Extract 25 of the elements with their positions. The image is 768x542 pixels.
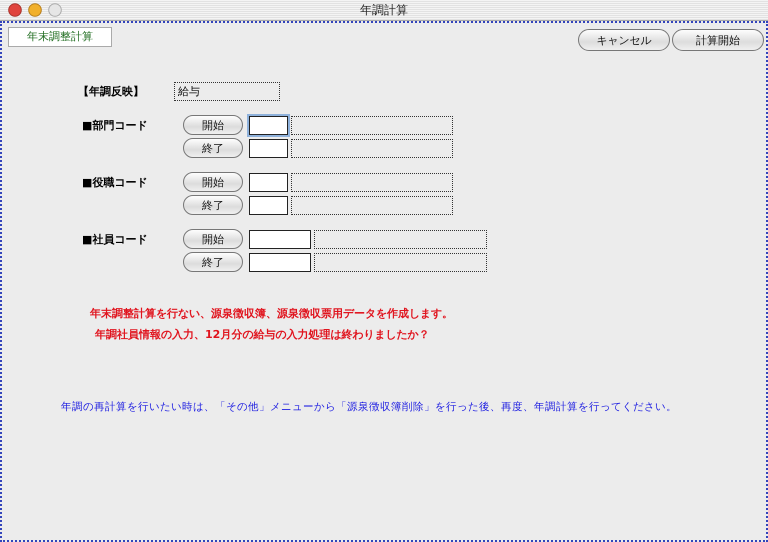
code-label: ■役職コード	[82, 175, 148, 191]
hint-text: 年調の再計算を行いたい時は、「その他」メニューから「源泉徴収簿削除」を行った後、再度、年調計算を行ってください。	[61, 400, 678, 414]
range-button[interactable]: 終了	[183, 195, 243, 215]
range-button[interactable]: 開始	[183, 115, 243, 135]
code-label: ■社員コード	[82, 232, 148, 248]
range-button[interactable]: 終了	[183, 138, 243, 158]
action-button[interactable]: キャンセル	[578, 29, 670, 51]
code-input[interactable]	[249, 172, 288, 192]
notice-text: 年末調整計算を行ない、源泉徴収簿、源泉徴収票用データを作成します。	[90, 306, 454, 321]
close-icon[interactable]	[8, 3, 22, 17]
code-input[interactable]	[249, 116, 288, 134]
reflect-field: 給与	[174, 82, 280, 101]
code-input[interactable]	[249, 230, 311, 248]
code-input[interactable]	[249, 138, 288, 158]
range-button[interactable]: 開始	[183, 172, 243, 192]
action-button[interactable]: 計算開始	[672, 29, 764, 51]
notice-text: 年調社員情報の入力、12月分の給与の入力処理は終わりましたか？	[94, 327, 430, 342]
reflect-label: 【年調反映】	[78, 84, 145, 99]
window-title: 年調計算	[360, 2, 408, 18]
code-input[interactable]	[249, 252, 311, 272]
range-button[interactable]: 終了	[183, 252, 243, 272]
minimize-icon[interactable]	[28, 3, 42, 17]
code-input[interactable]	[249, 196, 288, 214]
range-button[interactable]: 開始	[183, 229, 243, 249]
code-label: ■部門コード	[82, 118, 148, 134]
